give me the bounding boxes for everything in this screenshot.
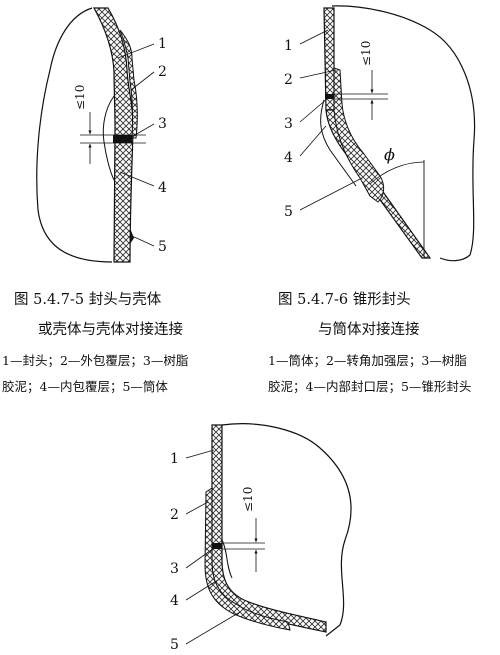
fig2-callout-3: 3 — [284, 116, 293, 132]
fig2-callout-1: 1 — [284, 38, 293, 54]
fig2-callout-4: 4 — [284, 150, 293, 166]
fig3-callout-5: 5 — [170, 637, 179, 653]
fig1-callout-3: 3 — [158, 116, 167, 132]
fig2-knuckle-reinforcement — [333, 67, 385, 203]
fig1-legend-line-2: 胶泥；4—内包覆层；5—筒体 — [2, 379, 168, 394]
figure-3-knuckle-joint-diagram: ≤10 1 2 3 4 5 — [170, 423, 352, 653]
fig2-leader-4 — [299, 125, 327, 157]
fig2-callout-2: 2 — [284, 72, 293, 88]
figure-2-cone-joint-diagram: ϕ ≤10 1 2 3 4 5 — [284, 5, 476, 262]
fig2-angle-symbol: ϕ — [384, 145, 395, 164]
fig1-resin-joint — [113, 135, 132, 143]
fig1-leader-5 — [131, 235, 155, 247]
fig1-dimension-label: ≤10 — [73, 85, 87, 110]
fig2-caption-title: 图 5.4.7-6 锥形封头 — [278, 292, 411, 308]
fig1-callout-2: 2 — [158, 64, 167, 80]
fig2-leader-3 — [299, 97, 329, 123]
fig2-leader-5 — [299, 177, 363, 211]
fig1-callout-5: 5 — [158, 239, 167, 255]
fig3-callout-3: 3 — [170, 561, 179, 577]
fig3-dimension-label: ≤10 — [241, 487, 255, 512]
fig2-callout-5: 5 — [284, 204, 293, 220]
fig2-dimension-label: ≤10 — [359, 41, 373, 66]
fig1-caption-subtitle: 或壳体与壳体对接连接 — [38, 322, 183, 338]
fig2-leader-1 — [299, 29, 329, 45]
fig1-callout-4: 4 — [158, 180, 167, 196]
fig2-resin-joint — [325, 94, 334, 99]
figure-1-butt-joint-diagram: ≤10 1 2 3 4 5 — [36, 7, 167, 263]
fig3-callout-4: 4 — [170, 593, 179, 609]
fig1-caption-title: 图 5.4.7-5 封头与壳体 — [14, 292, 162, 308]
fig2-caption-subtitle: 与筒体对接连接 — [318, 322, 420, 338]
fig3-leader-1 — [185, 449, 215, 459]
fig2-legend-line-2: 胶泥；4—内部封口层；5—锥形封头 — [268, 379, 472, 394]
fig3-callout-1: 1 — [170, 451, 179, 467]
fig3-leader-5 — [185, 611, 241, 645]
fig1-legend-line-1: 1—封头；2—外包覆层；3—树脂 — [2, 353, 189, 368]
fig3-callout-2: 2 — [170, 507, 179, 523]
fig1-inner-layer — [102, 95, 115, 181]
fig1-callout-1: 1 — [158, 36, 167, 52]
fig3-leader-2 — [185, 501, 209, 515]
fig2-legend-line-1: 1—筒体；2—转角加强层；3—树脂 — [268, 353, 467, 368]
